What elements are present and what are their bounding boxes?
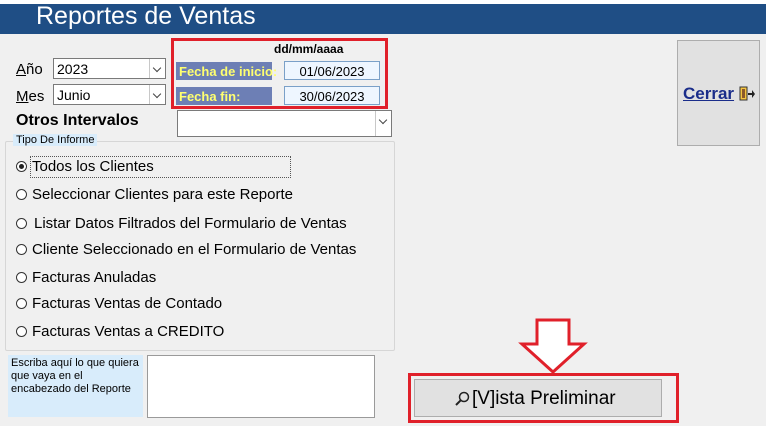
radio-label: Facturas Ventas de Contado <box>32 295 223 312</box>
month-label: Mes <box>16 88 45 105</box>
radio-cash-invoices[interactable]: Facturas Ventas de Contado <box>16 295 276 315</box>
radio-selected-client[interactable]: Cliente Seleccionado en el Formulario de… <box>16 241 356 261</box>
radio-button[interactable] <box>16 326 27 337</box>
arrow-down-icon <box>518 318 588 374</box>
window-title: Reportes de Ventas <box>36 2 256 30</box>
radio-all-clients[interactable]: Todos los Clientes <box>16 158 296 178</box>
radio-select-clients[interactable]: Seleccionar Clientes para este Reporte <box>16 186 316 206</box>
radio-label: Facturas Ventas a CREDITO <box>32 323 225 340</box>
header-note-label: Escriba aquí lo que quiera que vaya en e… <box>8 355 143 417</box>
chevron-down-icon[interactable] <box>149 59 165 78</box>
radio-credit-invoices[interactable]: Facturas Ventas a CREDITO <box>16 323 276 343</box>
month-select-value: Junio <box>57 87 91 103</box>
radio-button[interactable] <box>16 218 27 229</box>
report-type-caption: Tipo De Informe <box>13 134 98 146</box>
magnifier-icon <box>455 391 470 406</box>
radio-button[interactable] <box>16 189 27 200</box>
radio-label: Todos los Clientes <box>32 158 154 175</box>
close-button[interactable]: Cerrar <box>677 40 760 146</box>
radio-button[interactable] <box>16 161 27 172</box>
radio-label: Listar Datos Filtrados del Formulario de… <box>34 215 347 232</box>
end-date-label: Fecha fin: <box>176 87 272 105</box>
radio-label: Seleccionar Clientes para este Reporte <box>32 186 293 203</box>
year-label: Año <box>16 61 43 78</box>
preview-button[interactable]: [V]ista Preliminar <box>414 379 662 417</box>
radio-label: Facturas Anuladas <box>32 269 157 286</box>
radio-button[interactable] <box>16 272 27 283</box>
end-date-field[interactable]: 30/06/2023 <box>284 86 380 105</box>
chevron-down-icon[interactable] <box>149 85 165 104</box>
radio-label: Cliente Seleccionado en el Formulario de… <box>32 241 357 258</box>
start-date-field[interactable]: 01/06/2023 <box>284 61 380 80</box>
radio-filtered-data[interactable]: Listar Datos Filtrados del Formulario de… <box>16 215 347 235</box>
header-note-input[interactable] <box>147 355 375 418</box>
start-date-label: Fecha de inicio: <box>176 62 277 80</box>
chevron-down-icon[interactable] <box>375 111 391 136</box>
year-select-value: 2023 <box>57 61 89 77</box>
date-format-hint: dd/mm/aaaa <box>274 42 344 56</box>
radio-voided-invoices[interactable]: Facturas Anuladas <box>16 269 216 289</box>
exit-door-icon <box>739 86 755 101</box>
preview-button-label: [V]ista Preliminar <box>472 388 616 409</box>
radio-button[interactable] <box>16 298 27 309</box>
close-button-label: Cerrar <box>683 84 735 103</box>
month-select[interactable]: Junio <box>53 84 166 105</box>
radio-button[interactable] <box>16 244 27 255</box>
intervals-label: Otros Intervalos <box>16 112 139 129</box>
intervals-select[interactable] <box>177 110 392 137</box>
year-select[interactable]: 2023 <box>53 58 166 79</box>
